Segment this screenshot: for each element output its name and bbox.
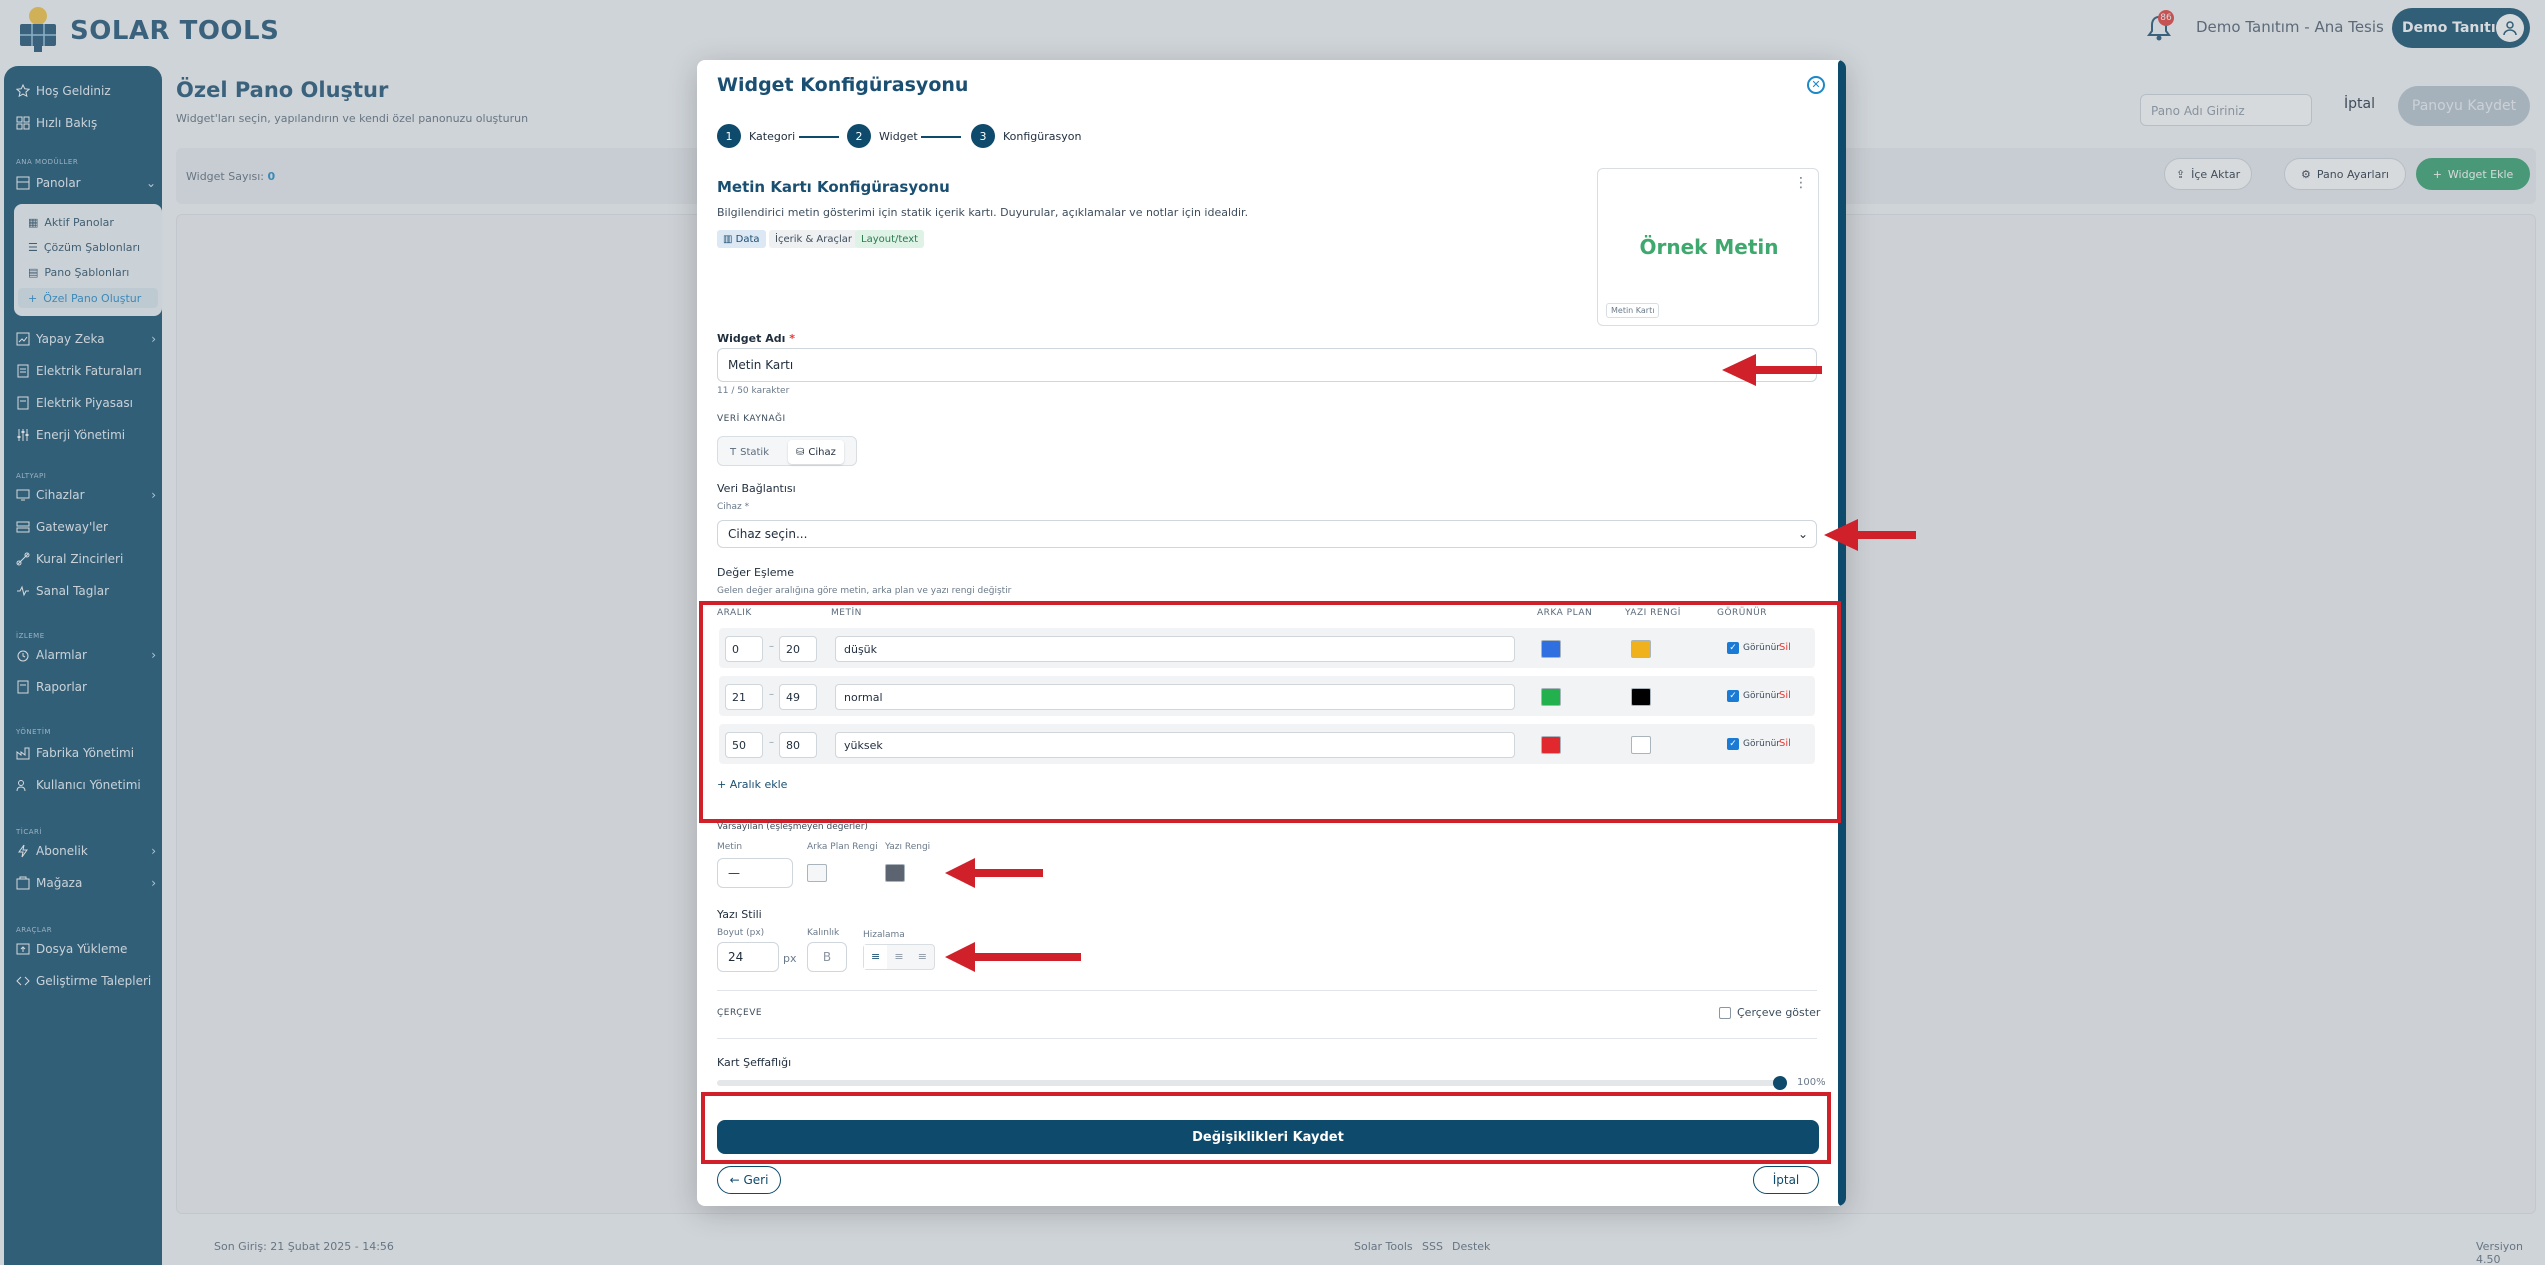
tag-layout: Layout/text (855, 230, 925, 248)
opacity-value: 100% (1797, 1077, 1826, 1088)
widget-config-modal: Widget Konfigürasyonu ✕ 1 Kategori 2 Widge… (697, 60, 1846, 1206)
preview-badge: Metin Kartı (1606, 303, 1660, 318)
section-description: Bilgilendirici metin gösterimi için stat… (717, 206, 1249, 219)
data-source-label: VERİ KAYNAĞI (717, 414, 786, 424)
step-number: 3 (971, 124, 995, 148)
size-label: Boyut (px) (717, 928, 765, 938)
device-select-value: Cihaz seçin... (728, 527, 808, 541)
align-right-icon[interactable]: ≡ (911, 945, 934, 969)
highlight-box-save (701, 1092, 1831, 1164)
align-center-icon[interactable]: ≡ (887, 945, 910, 969)
cancel-modal-button[interactable]: İptal (1753, 1166, 1819, 1194)
bold-toggle[interactable]: B (807, 942, 847, 972)
defaults-label: Varsayılan (eşleşmeyen değerler) (717, 822, 868, 832)
step-label: Kategori (749, 129, 796, 143)
red-arrow-icon (1722, 354, 1822, 386)
frame-show-checkbox[interactable]: Çerçeve göster (1719, 1006, 1820, 1019)
checkbox-box (1719, 1006, 1731, 1019)
divider (717, 1038, 1817, 1039)
widget-name-label: Widget Adı * (717, 332, 795, 345)
red-arrow-icon (1824, 519, 1916, 551)
data-source-device[interactable]: ⛁ Cihaz (788, 440, 844, 464)
widget-name-input[interactable]: Metin Kartı (717, 348, 1817, 382)
step-number: 1 (717, 124, 741, 148)
default-text-input[interactable]: — (717, 858, 793, 888)
default-fg-label: Yazı Rengi (885, 842, 931, 852)
data-source-static-label: Statik (740, 446, 769, 458)
step-label: Konfigürasyon (1003, 129, 1082, 143)
highlight-box-mapping (699, 601, 1841, 823)
text-icon: T (730, 446, 737, 458)
text-style-label: Yazı Stili (717, 908, 762, 921)
data-connection-label: Veri Bağlantısı (717, 482, 796, 495)
value-mapping-label: Değer Eşleme (717, 566, 794, 579)
opacity-slider[interactable] (717, 1076, 1787, 1090)
device-select[interactable]: Cihaz seçin... ⌄ (717, 520, 1817, 548)
value-mapping-desc: Gelen değer aralığına göre metin, arka p… (717, 586, 1012, 596)
red-arrow-icon (945, 942, 1081, 972)
step-2[interactable]: 2 Widget (847, 124, 918, 148)
step-1[interactable]: 1 Kategori (717, 124, 795, 148)
step-3[interactable]: 3 Konfigürasyon (971, 124, 1081, 148)
data-source-static[interactable]: T Statik (722, 440, 777, 464)
default-text-label: Metin (717, 842, 743, 852)
default-bg-label: Arka Plan Rengi (807, 842, 878, 852)
font-size-input[interactable]: 24 (717, 942, 779, 972)
required-mark: * (744, 502, 750, 512)
tag-data: ▥ Data (717, 230, 766, 248)
data-source-device-label: Cihaz (808, 446, 836, 458)
char-counter: 11 / 50 karakter (717, 386, 790, 396)
database-icon: ⛁ (796, 446, 805, 458)
default-bg-swatch[interactable] (807, 864, 827, 882)
align-label: Hizalama (863, 930, 905, 940)
step-label: Widget (879, 129, 918, 143)
frame-label: ÇERÇEVE (717, 1008, 763, 1018)
tag-content-tools: İçerik & Araçlar (769, 230, 859, 248)
step-connector (921, 136, 961, 138)
data-source-toggle: T Statik ⛁ Cihaz (717, 436, 857, 466)
preview-text: Örnek Metin (1639, 235, 1779, 259)
widget-name-label-text: Widget Adı (717, 332, 786, 345)
modal-title: Widget Konfigürasyonu (717, 74, 969, 96)
frame-show-label: Çerçeve göster (1737, 1006, 1821, 1019)
red-arrow-icon (945, 858, 1043, 888)
default-fg-swatch[interactable] (885, 864, 905, 882)
align-group: ≡ ≡ ≡ (863, 944, 935, 970)
device-label-text: Cihaz (717, 502, 742, 512)
tag-label: Data (735, 233, 760, 245)
size-unit: px (783, 952, 797, 965)
device-label: Cihaz * (717, 502, 749, 512)
chevron-down-icon: ⌄ (1797, 527, 1808, 541)
step-number: 2 (847, 124, 871, 148)
required-mark: * (789, 332, 795, 345)
opacity-label: Kart Şeffaflığı (717, 1056, 792, 1069)
back-button[interactable]: ← Geri (717, 1166, 781, 1194)
slider-knob[interactable] (1773, 1076, 1787, 1090)
align-left-icon[interactable]: ≡ (864, 945, 888, 969)
weight-label: Kalınlık (807, 928, 840, 938)
chart-icon: ▥ (723, 233, 736, 245)
step-connector (799, 136, 839, 138)
divider (717, 990, 1817, 991)
section-title: Metin Kartı Konfigürasyonu (717, 178, 950, 196)
widget-preview: ⋮ Örnek Metin Metin Kartı (1597, 168, 1819, 326)
close-icon[interactable]: ✕ (1807, 76, 1825, 94)
more-options-icon[interactable]: ⋮ (1794, 175, 1808, 191)
